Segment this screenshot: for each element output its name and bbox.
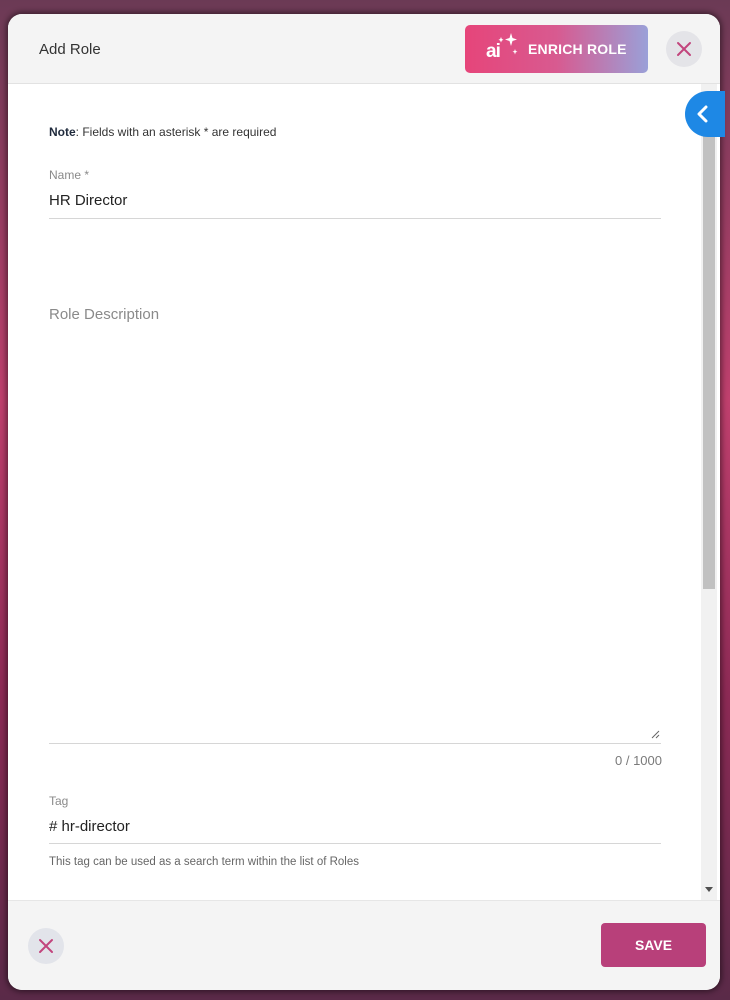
close-icon xyxy=(677,42,691,56)
dialog-content: Note: Fields with an asterisk * are requ… xyxy=(8,84,720,900)
enrich-role-label: ENRICH ROLE xyxy=(528,41,627,57)
close-dialog-button[interactable] xyxy=(666,31,702,67)
name-underline xyxy=(49,218,661,219)
note-bold: Note xyxy=(49,125,76,139)
add-role-dialog: Add Role ai ENRICH ROLE Note: Fields wit… xyxy=(8,14,720,990)
chevron-left-icon xyxy=(697,105,708,123)
name-field-label: Name * xyxy=(49,168,90,182)
side-panel-toggle-button[interactable] xyxy=(685,91,725,137)
resize-handle-icon[interactable] xyxy=(650,729,660,739)
content-scrollbar[interactable] xyxy=(701,84,717,900)
save-button[interactable]: SAVE xyxy=(601,923,706,967)
role-description-textarea[interactable]: Role Description xyxy=(49,306,159,323)
tag-hint: This tag can be used as a search term wi… xyxy=(49,856,360,868)
cancel-close-button[interactable] xyxy=(28,928,64,964)
tag-field-label: Tag xyxy=(49,794,69,808)
dialog-footer: SAVE xyxy=(8,900,720,990)
close-icon xyxy=(39,939,53,953)
tag-input[interactable]: # hr-director xyxy=(49,818,130,835)
name-input[interactable]: HR Director xyxy=(49,192,127,209)
scroll-down-arrow[interactable] xyxy=(705,887,713,892)
note-text: : Fields with an asterisk * are required xyxy=(75,125,277,139)
dialog-header: Add Role ai ENRICH ROLE xyxy=(8,14,720,84)
dialog-title: Add Role xyxy=(39,41,101,58)
enrich-role-button[interactable]: ai ENRICH ROLE xyxy=(465,25,648,73)
description-underline xyxy=(49,743,661,744)
tag-underline xyxy=(49,843,661,844)
scroll-thumb[interactable] xyxy=(703,124,715,589)
ai-sparkle-icon: ai xyxy=(484,29,524,69)
required-note: Note: Fields with an asterisk * are requ… xyxy=(49,125,276,139)
sparkle-icon xyxy=(498,33,518,55)
description-char-counter: 0 / 1000 xyxy=(615,753,662,768)
